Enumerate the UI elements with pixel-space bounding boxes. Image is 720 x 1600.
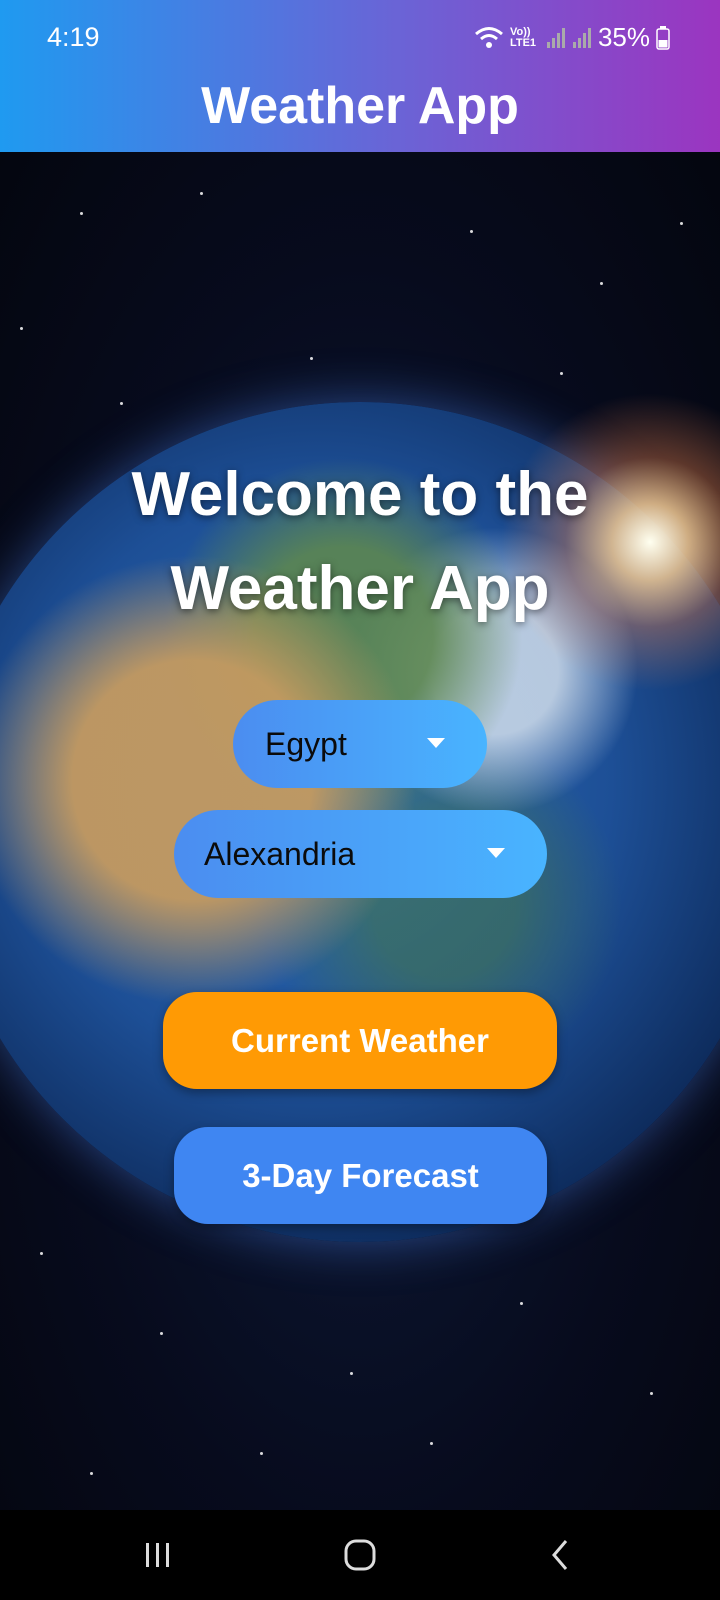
- country-dropdown-value: Egypt: [265, 725, 347, 762]
- weather-app-screen: 4:19 Vo)) LTE1 35% Weather App Welcome t…: [0, 0, 720, 1600]
- battery-icon: [656, 25, 670, 50]
- signal-icon-1: [546, 27, 565, 48]
- app-header: 4:19 Vo)) LTE1 35% Weather App: [0, 0, 720, 152]
- recent-apps-button[interactable]: [128, 1532, 188, 1578]
- recent-apps-icon: [146, 1543, 169, 1567]
- system-nav-bar: [0, 1510, 720, 1600]
- star: [430, 1442, 433, 1445]
- city-dropdown-value: Alexandria: [204, 835, 356, 872]
- star: [120, 402, 123, 405]
- star: [310, 357, 313, 360]
- star: [560, 372, 563, 375]
- star: [650, 1392, 653, 1395]
- three-day-forecast-button[interactable]: 3-Day Forecast: [174, 1127, 547, 1224]
- star: [680, 222, 683, 225]
- welcome-line-2: Weather App: [170, 554, 550, 623]
- back-button[interactable]: [530, 1532, 590, 1578]
- star: [160, 1332, 163, 1335]
- star: [40, 1252, 43, 1255]
- back-icon: [552, 1540, 568, 1570]
- status-bar: 4:19 Vo)) LTE1 35%: [0, 0, 720, 80]
- app-title: Weather App: [201, 77, 519, 135]
- status-time: 4:19: [47, 22, 100, 52]
- city-dropdown[interactable]: Alexandria: [174, 810, 547, 898]
- chevron-down-icon: [487, 848, 505, 858]
- welcome-heading: Welcome to the Weather App: [0, 448, 720, 636]
- home-icon: [344, 1539, 376, 1571]
- chevron-down-icon: [427, 738, 445, 748]
- home-button[interactable]: [330, 1532, 390, 1578]
- star: [600, 282, 603, 285]
- welcome-line-1: Welcome to the: [131, 460, 589, 529]
- star: [520, 1302, 523, 1305]
- battery-percentage: 35%: [597, 22, 650, 52]
- star: [80, 212, 83, 215]
- star: [20, 327, 23, 330]
- status-icons: Vo)) LTE1 35%: [474, 22, 670, 53]
- star: [200, 192, 203, 195]
- star: [90, 1472, 93, 1475]
- star: [470, 230, 473, 233]
- network-type-label: Vo)) LTE1: [509, 25, 537, 49]
- wifi-icon: [474, 26, 503, 48]
- signal-icon-2: [572, 27, 591, 48]
- country-dropdown[interactable]: Egypt: [233, 700, 487, 788]
- star: [260, 1452, 263, 1455]
- star: [350, 1372, 353, 1375]
- current-weather-button[interactable]: Current Weather: [163, 992, 557, 1089]
